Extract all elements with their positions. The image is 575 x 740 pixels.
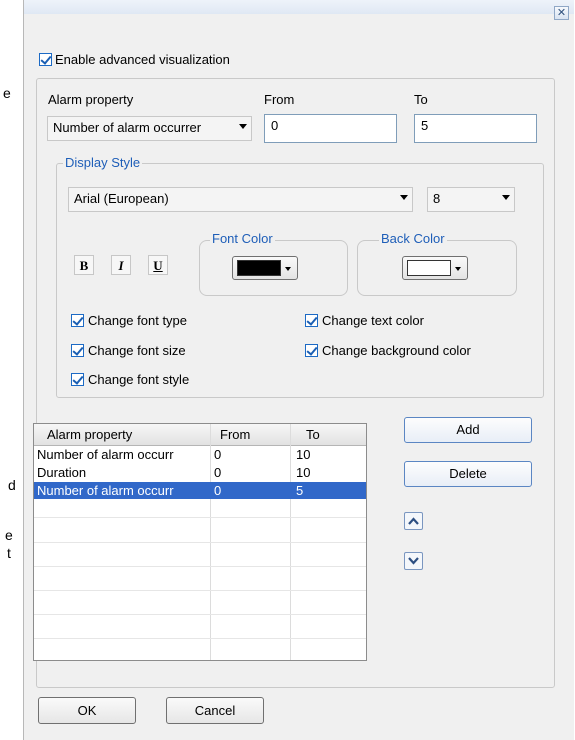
change-font-type-checkbox[interactable]	[71, 314, 84, 327]
chevron-down-icon	[400, 195, 408, 200]
font-value: Arial (European)	[74, 191, 169, 206]
font-size-value: 8	[433, 191, 441, 206]
background-fragment: d	[8, 477, 16, 493]
table-row-selected[interactable]: Number of alarm occurr 0 5	[34, 482, 366, 499]
to-input[interactable]: 5	[414, 114, 537, 143]
back-color-title: Back Color	[379, 231, 447, 246]
change-text-color-checkbox[interactable]	[305, 314, 318, 327]
column-header-to: To	[306, 427, 320, 442]
background-fragment: t	[7, 545, 11, 561]
chevron-down-icon	[239, 124, 247, 129]
alarm-property-value: Number of alarm occurrer	[53, 120, 202, 135]
enable-advanced-label: Enable advanced visualization	[55, 52, 230, 67]
enable-advanced-checkbox[interactable]	[39, 53, 52, 66]
change-font-style-checkbox[interactable]	[71, 373, 84, 386]
change-font-size-label: Change font size	[88, 343, 186, 358]
change-font-type-label: Change font type	[88, 313, 188, 328]
change-background-color-checkbox[interactable]	[305, 344, 318, 357]
cancel-button[interactable]: Cancel	[166, 697, 264, 724]
italic-button[interactable]: I	[111, 255, 131, 275]
move-down-button[interactable]	[404, 552, 423, 570]
ok-button[interactable]: OK	[38, 697, 136, 724]
font-size-select[interactable]: 8	[427, 187, 515, 212]
change-font-style-label: Change font style	[88, 372, 190, 387]
chevron-up-icon	[408, 517, 419, 525]
from-input[interactable]: 0	[264, 114, 397, 143]
table-row[interactable]: Number of alarm occurr 0 10	[34, 446, 366, 463]
grid-line	[34, 566, 366, 567]
back-color-button[interactable]	[402, 256, 468, 280]
grid-line	[34, 638, 366, 639]
delete-button[interactable]: Delete	[404, 461, 532, 487]
grid-line	[34, 517, 366, 518]
move-up-button[interactable]	[404, 512, 423, 530]
to-value: 5	[421, 118, 429, 133]
background-fragment: e	[5, 527, 13, 543]
table-row[interactable]: Duration 0 10	[34, 464, 366, 481]
to-header: To	[414, 92, 428, 107]
alarm-property-select[interactable]: Number of alarm occurrer	[47, 116, 252, 141]
from-value: 0	[271, 118, 279, 133]
display-style-title: Display Style	[63, 155, 143, 170]
change-text-color-label: Change text color	[322, 313, 424, 328]
chevron-down-icon	[502, 195, 510, 200]
grid-line	[34, 542, 366, 543]
alarm-rules-table[interactable]: Alarm property From To Number of alarm o…	[33, 423, 367, 661]
cell-property: Number of alarm occurr	[37, 447, 174, 462]
change-background-color-label: Change background color	[322, 343, 471, 358]
title-bar	[24, 0, 574, 14]
chevron-down-icon	[455, 267, 461, 271]
bold-button[interactable]: B	[74, 255, 94, 275]
column-header-from: From	[220, 427, 251, 442]
font-color-title: Font Color	[210, 231, 275, 246]
grid-line	[34, 590, 366, 591]
chevron-down-icon	[285, 267, 291, 271]
change-font-size-checkbox[interactable]	[71, 344, 84, 357]
font-color-button[interactable]	[232, 256, 298, 280]
add-button[interactable]: Add	[404, 417, 532, 443]
grid-line	[34, 614, 366, 615]
cell-from: 0	[214, 465, 222, 480]
close-icon: ✕	[556, 7, 567, 19]
chevron-down-icon	[408, 557, 419, 565]
cell-from: 0	[214, 447, 222, 462]
cell-to: 10	[296, 465, 311, 480]
underline-button[interactable]: U	[148, 255, 168, 275]
close-button[interactable]: ✕	[554, 6, 569, 20]
font-select[interactable]: Arial (European)	[68, 187, 413, 212]
back-color-swatch	[407, 260, 451, 276]
column-header-property: Alarm property	[47, 427, 133, 442]
cell-to: 5	[296, 483, 304, 498]
font-color-swatch	[237, 260, 281, 276]
from-header: From	[264, 92, 295, 107]
dialog: ✕ Enable advanced visualization Alarm pr…	[23, 0, 574, 740]
table-header: Alarm property From To	[34, 424, 366, 446]
cell-property: Duration	[37, 465, 87, 480]
alarm-property-header: Alarm property	[48, 92, 134, 107]
cell-to: 10	[296, 447, 311, 462]
cell-property: Number of alarm occurr	[37, 483, 174, 498]
cell-from: 0	[214, 483, 222, 498]
background-fragment: e	[3, 85, 11, 101]
